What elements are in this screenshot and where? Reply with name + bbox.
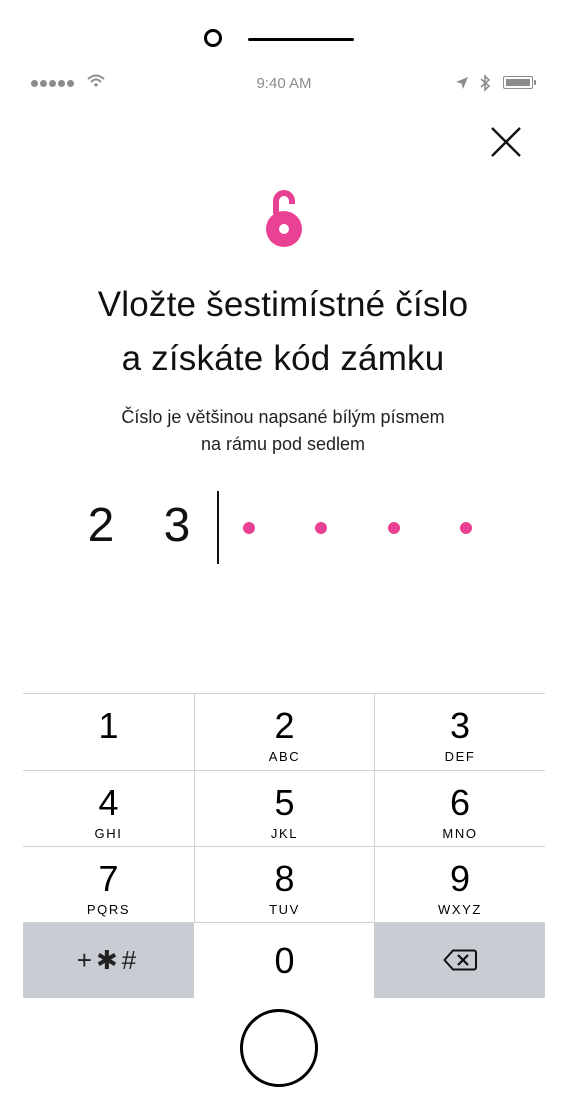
code-placeholder-dot <box>460 522 472 534</box>
key-letters: JKL <box>270 826 299 841</box>
key-digit: 7 <box>98 858 119 899</box>
text-cursor <box>217 491 219 564</box>
close-icon[interactable] <box>488 124 524 160</box>
key-8[interactable]: 8 TUV <box>195 847 374 922</box>
key-letters: GHI <box>94 826 123 841</box>
keypad-divider <box>23 846 545 847</box>
bluetooth-icon <box>480 74 491 92</box>
key-2[interactable]: 2 ABC <box>195 694 374 770</box>
keypad-divider <box>23 770 545 771</box>
code-placeholder-dot <box>315 522 327 534</box>
subtitle-line-2: na rámu pod sedlem <box>200 434 366 454</box>
key-5[interactable]: 5 JKL <box>195 771 374 846</box>
key-digit: 2 <box>274 705 295 746</box>
home-button[interactable] <box>240 1009 318 1087</box>
unlocked-padlock-icon <box>266 190 302 247</box>
key-letters: DEF <box>444 749 476 764</box>
key-digit: 1 <box>98 705 119 746</box>
battery-icon <box>503 76 533 89</box>
status-bar: 9:40 AM <box>31 72 537 96</box>
title-line-2: a získáte kód zámku <box>121 339 445 378</box>
key-digit: 6 <box>449 782 471 823</box>
key-9[interactable]: 9 WXYZ <box>375 847 545 922</box>
key-digit: 8 <box>274 858 295 899</box>
subtitle-line-1: Číslo je většinou napsané bílým písmem <box>121 407 445 427</box>
numeric-keypad: 1 2 ABC 3 DEF 4 GHI 5 JKL 6 MNO 7 PQRS 8… <box>23 693 545 998</box>
backspace-icon <box>443 949 477 971</box>
key-digit: 3 <box>449 705 471 746</box>
key-letters: PQRS <box>86 902 131 917</box>
code-digit-2: 3 <box>163 499 191 552</box>
key-letters: TUV <box>269 902 300 917</box>
code-digit-1: 2 <box>87 499 115 552</box>
front-camera <box>204 29 222 47</box>
location-arrow-icon <box>456 77 468 89</box>
keypad-divider <box>23 922 545 923</box>
key-letters: MNO <box>442 826 478 841</box>
key-0[interactable]: 0 <box>195 923 374 998</box>
key-digit: 9 <box>449 858 471 899</box>
earpiece-speaker <box>248 38 354 41</box>
symbols-label: +✱# <box>76 945 141 975</box>
key-letters: WXYZ <box>438 902 482 917</box>
key-3[interactable]: 3 DEF <box>375 694 545 770</box>
key-7[interactable]: 7 PQRS <box>23 847 194 922</box>
key-letters: ABC <box>268 749 301 764</box>
symbols-key[interactable]: +✱# <box>23 923 194 998</box>
key-4[interactable]: 4 GHI <box>23 771 194 846</box>
page-title: Vložte šestimístné číslo a získáte kód z… <box>0 278 566 386</box>
battery-tip <box>534 80 536 85</box>
code-placeholder-dot <box>388 522 400 534</box>
key-1[interactable]: 1 <box>23 694 194 770</box>
keypad-divider <box>374 694 375 922</box>
instruction-text: Číslo je většinou napsané bílým písmem n… <box>0 404 566 458</box>
key-digit: 4 <box>98 782 119 823</box>
keypad-divider <box>194 694 195 922</box>
delete-key[interactable] <box>374 923 545 998</box>
title-line-1: Vložte šestimístné číslo <box>97 285 469 324</box>
key-digit: 0 <box>274 940 295 981</box>
key-digit: 5 <box>274 782 295 823</box>
key-6[interactable]: 6 MNO <box>375 771 545 846</box>
code-placeholder-dot <box>243 522 255 534</box>
